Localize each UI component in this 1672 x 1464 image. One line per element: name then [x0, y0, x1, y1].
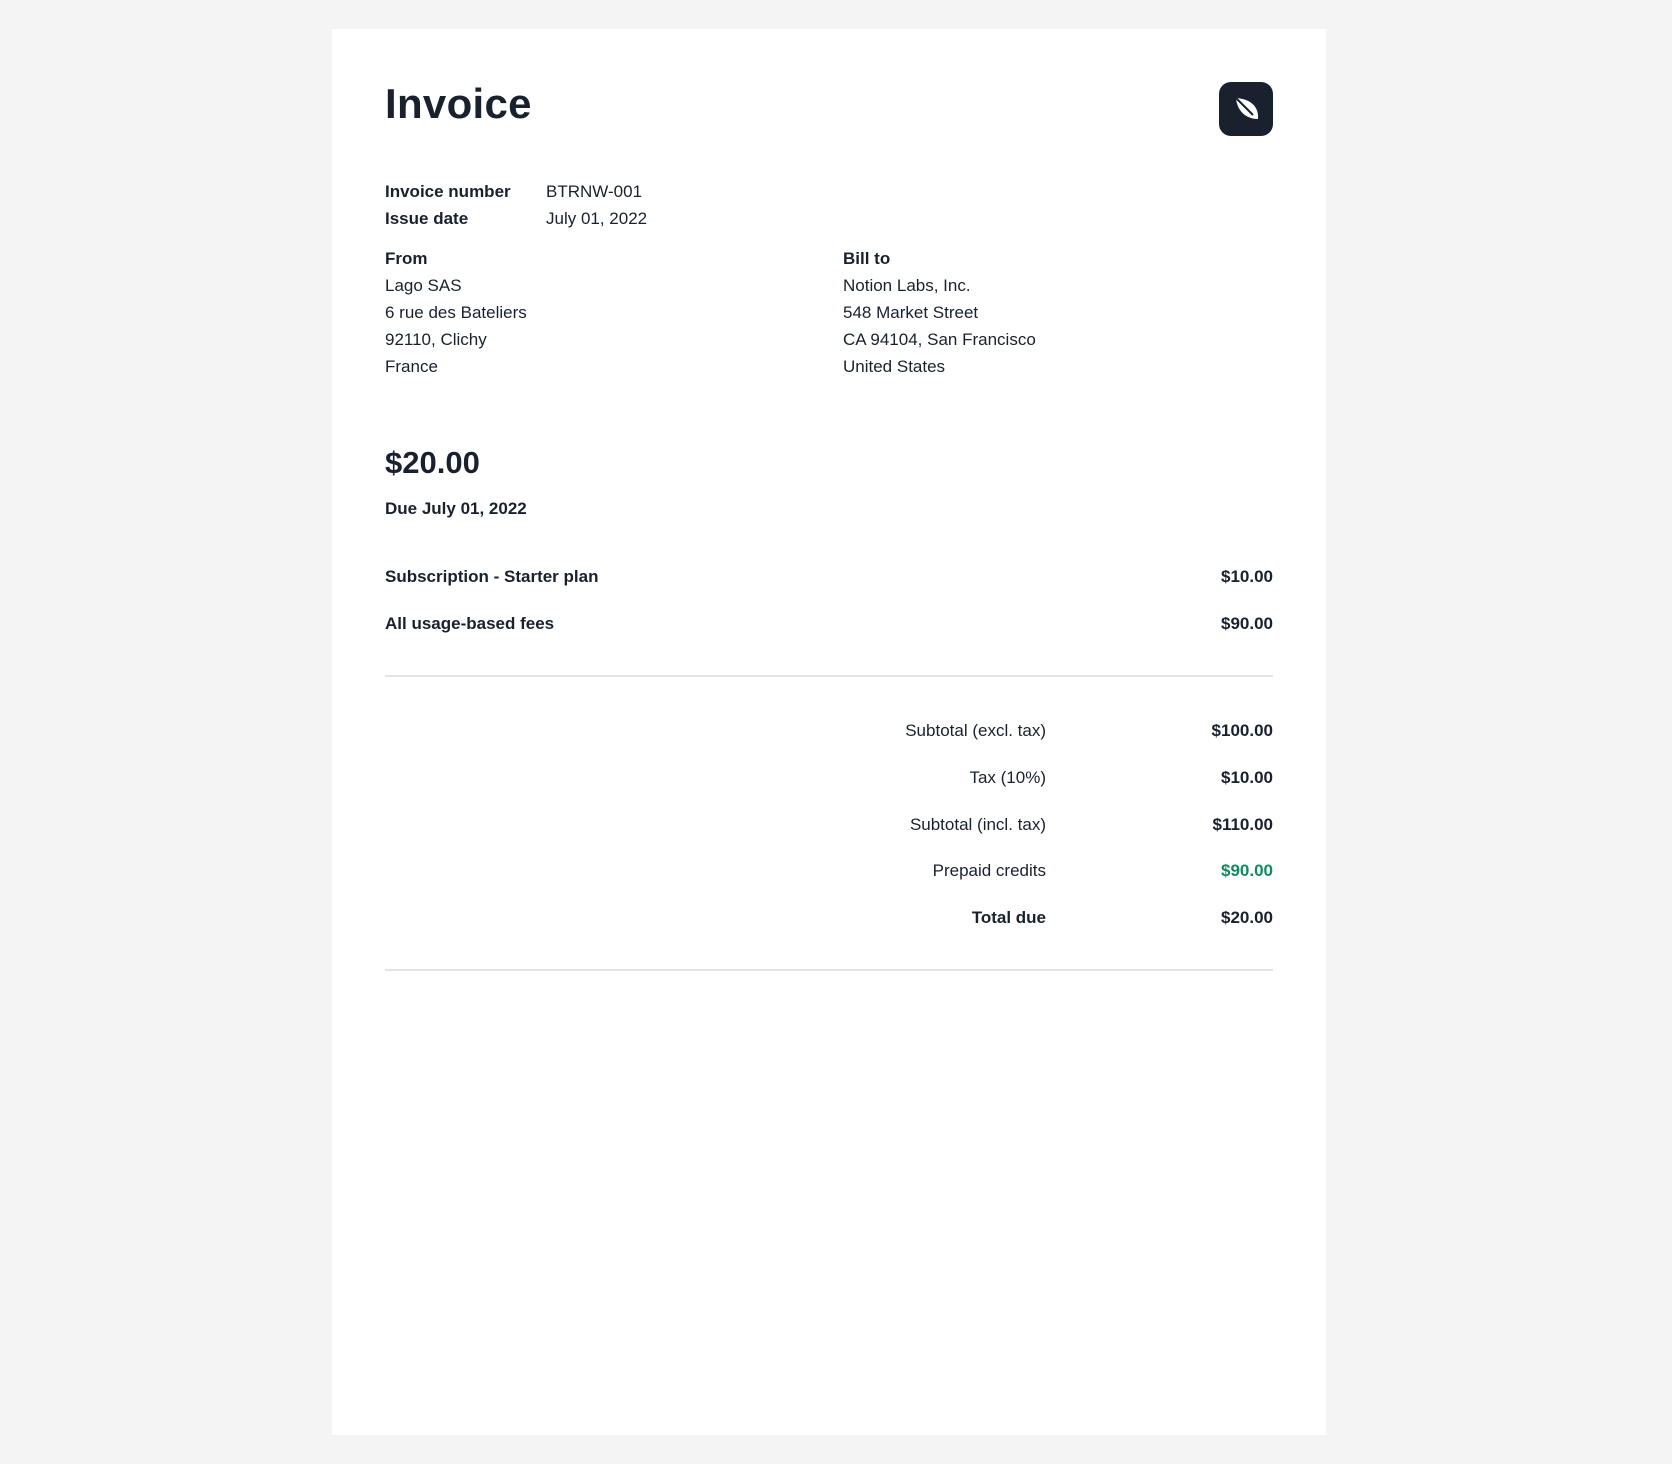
total-label: Total due [971, 908, 1046, 927]
amount-due: $20.00 [385, 445, 480, 480]
line-items-divider [385, 675, 1273, 677]
bill-to-line: United States [843, 357, 946, 376]
invoice-page: Invoice Invoice number BTRNW-001 Issue d… [332, 29, 1326, 1435]
invoice-number-row: Invoice number BTRNW-001 [385, 178, 647, 205]
total-value: $110.00 [1212, 815, 1273, 834]
leaf-icon [1235, 97, 1259, 119]
invoice-meta: Invoice number BTRNW-001 Issue date July… [385, 178, 647, 232]
total-label: Prepaid credits [932, 861, 1046, 880]
total-label: Tax (10%) [969, 768, 1046, 787]
from-line: Lago SAS [385, 276, 462, 295]
issue-date-value: July 01, 2022 [546, 209, 648, 228]
from-heading: From [385, 249, 428, 268]
total-value: $20.00 [1221, 908, 1273, 927]
invoice-number-value: BTRNW-001 [546, 182, 643, 201]
invoice-number-label: Invoice number [385, 182, 511, 201]
line-item-label: Subscription - Starter plan [385, 567, 599, 586]
from-line: 6 rue des Bateliers [385, 303, 527, 322]
total-value: $10.00 [1221, 768, 1273, 787]
line-item-amount: $90.00 [1221, 614, 1273, 633]
line-item: All usage-based fees $90.00 [385, 614, 1273, 634]
issue-date-label: Issue date [385, 209, 469, 228]
prepaid-credits-value: $90.00 [1221, 861, 1273, 880]
invoice-title: Invoice [385, 80, 532, 127]
due-date: Due July 01, 2022 [385, 499, 527, 518]
line-item-label: All usage-based fees [385, 614, 555, 633]
bill-to-line: 548 Market Street [843, 303, 979, 322]
company-logo [1219, 82, 1273, 136]
total-label: Subtotal (incl. tax) [909, 815, 1046, 834]
bill-to-address: Bill to Notion Labs, Inc. 548 Market Str… [843, 245, 1036, 380]
from-address: From Lago SAS 6 rue des Bateliers 92110,… [385, 245, 527, 380]
total-value: $100.00 [1211, 721, 1273, 740]
from-line: France [385, 357, 438, 376]
total-label: Subtotal (excl. tax) [905, 721, 1046, 740]
bill-to-line: CA 94104, San Francisco [843, 330, 1036, 349]
line-item-amount: $10.00 [1221, 567, 1273, 586]
from-line: 92110, Clichy [385, 330, 487, 349]
line-item: Subscription - Starter plan $10.00 [385, 567, 1273, 587]
totals-divider [385, 969, 1273, 971]
bill-to-line: Notion Labs, Inc. [843, 276, 971, 295]
bill-to-heading: Bill to [843, 249, 891, 268]
issue-date-row: Issue date July 01, 2022 [385, 205, 647, 232]
